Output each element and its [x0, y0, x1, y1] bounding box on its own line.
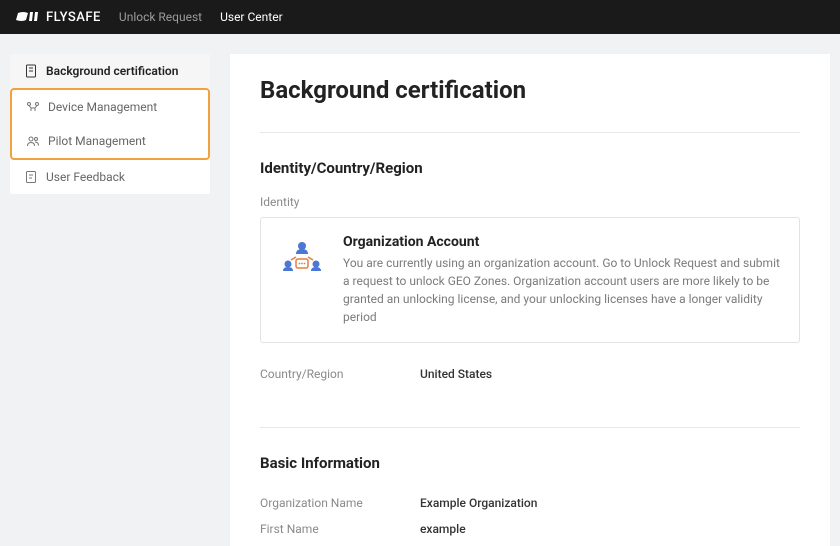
sidebar-item-label: Background certification — [46, 64, 178, 78]
basic-row: Last Name example — [260, 542, 800, 546]
drone-icon — [26, 100, 40, 114]
identity-card: Organization Account You are currently u… — [260, 217, 800, 343]
sidebar-item-background-certification[interactable]: Background certification — [10, 54, 210, 88]
divider — [260, 427, 800, 428]
brand-logo: FLYSAFE — [16, 10, 101, 25]
section-heading-identity: Identity/Country/Region — [260, 159, 800, 177]
sidebar: Background certification Device Manageme… — [10, 54, 210, 194]
dji-logo-icon — [16, 10, 42, 24]
nav-user-center[interactable]: User Center — [220, 10, 283, 24]
basic-row: First Name example — [260, 516, 800, 542]
page-title: Background certification — [260, 76, 800, 104]
feedback-icon — [24, 170, 38, 184]
basic-row: Organization Name Example Organization — [260, 490, 800, 516]
nav-unlock-request[interactable]: Unlock Request — [119, 10, 202, 24]
sidebar-item-user-feedback[interactable]: User Feedback — [10, 160, 210, 194]
users-icon — [26, 134, 40, 148]
basic-key: First Name — [260, 522, 420, 536]
basic-val: example — [420, 522, 466, 536]
country-value: United States — [420, 367, 492, 381]
identity-label: Identity — [260, 195, 800, 209]
annotation-highlight: Device Management Pilot Management — [10, 88, 210, 160]
identity-title: Organization Account — [343, 234, 781, 250]
sidebar-item-device-management[interactable]: Device Management — [12, 90, 208, 124]
country-row: Country/Region United States — [260, 361, 800, 387]
organization-icon — [279, 236, 325, 282]
divider — [260, 132, 800, 133]
main-content: Background certification Identity/Countr… — [230, 54, 830, 546]
sidebar-item-label: User Feedback — [46, 170, 125, 184]
identity-description: You are currently using an organization … — [343, 254, 781, 326]
section-heading-basic: Basic Information — [260, 454, 800, 472]
sidebar-item-pilot-management[interactable]: Pilot Management — [12, 124, 208, 158]
basic-key: Organization Name — [260, 496, 420, 510]
certificate-icon — [24, 64, 38, 78]
topbar: FLYSAFE Unlock Request User Center — [0, 0, 840, 34]
country-label: Country/Region — [260, 367, 420, 381]
sidebar-item-label: Pilot Management — [48, 134, 146, 148]
basic-val: Example Organization — [420, 496, 537, 510]
brand-text: FLYSAFE — [46, 10, 101, 25]
sidebar-item-label: Device Management — [48, 100, 157, 114]
